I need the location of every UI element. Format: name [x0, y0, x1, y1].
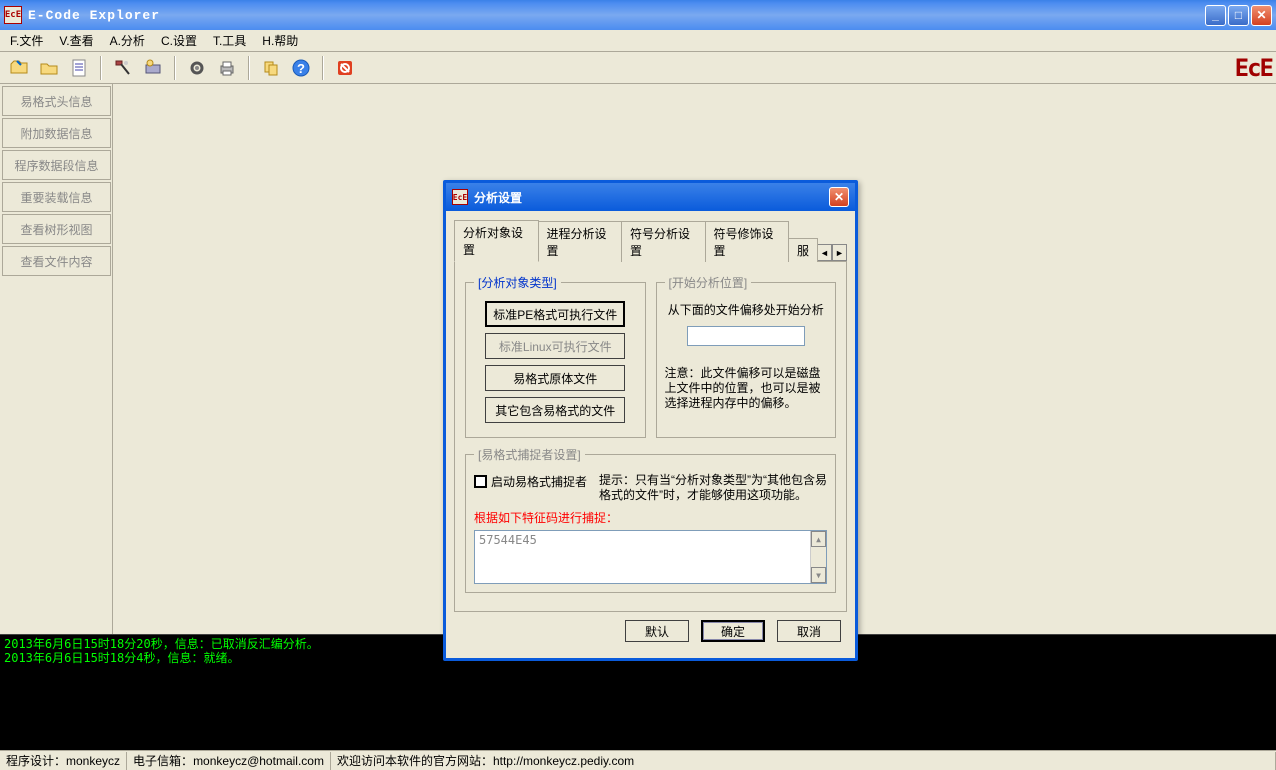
menu-help[interactable]: H.帮助: [256, 30, 304, 51]
close-button[interactable]: ✕: [1251, 5, 1272, 26]
tab-process-settings[interactable]: 进程分析设置: [538, 221, 623, 262]
catcher-hint: 提示：只有当“分析对象类型”为“其他包含易格式的文件”时，才能够使用这项功能。: [599, 473, 827, 503]
sidebar-item-file-content[interactable]: 查看文件内容: [2, 246, 111, 276]
menu-settings[interactable]: C.设置: [155, 30, 203, 51]
title-bar: EcE E-Code Explorer _ □ ✕: [0, 0, 1276, 30]
document-icon[interactable]: [66, 55, 92, 81]
status-designer: 程序设计：monkeycz: [0, 752, 127, 770]
offset-note: 注意：此文件偏移可以是磁盘上文件中的位置，也可以是被选择进程内存中的偏移。: [665, 366, 828, 411]
checkbox-icon: [474, 475, 487, 488]
offset-label: 从下面的文件偏移处开始分析: [665, 301, 828, 318]
scrollbar[interactable]: ▲ ▼: [810, 531, 826, 583]
sidebar-item-header-info[interactable]: 易格式头信息: [2, 86, 111, 116]
ok-button[interactable]: 确定: [701, 620, 765, 642]
tab-scroll-right-icon[interactable]: ►: [832, 244, 847, 261]
sidebar: 易格式头信息 附加数据信息 程序数据段信息 重要装载信息 查看树形视图 查看文件…: [0, 84, 113, 634]
group-start-position: [开始分析位置] 从下面的文件偏移处开始分析 注意：此文件偏移可以是磁盘上文件中…: [656, 274, 837, 438]
window-title: E-Code Explorer: [28, 8, 1205, 23]
cancel-button[interactable]: 取消: [777, 620, 841, 642]
dialog-title-bar[interactable]: EcE 分析设置 ✕: [446, 183, 855, 211]
menu-file[interactable]: F.文件: [4, 30, 49, 51]
toolbar: ? EcE: [0, 52, 1276, 84]
group-target-type: [分析对象类型] 标准PE格式可执行文件 标准Linux可执行文件 易格式原体文…: [465, 274, 646, 438]
sidebar-item-data-section[interactable]: 程序数据段信息: [2, 150, 111, 180]
copy-icon[interactable]: [258, 55, 284, 81]
maximize-button[interactable]: □: [1228, 5, 1249, 26]
tab-panel: [分析对象类型] 标准PE格式可执行文件 标准Linux可执行文件 易格式原体文…: [454, 262, 847, 612]
status-website: 欢迎访问本软件的官方网站：http://monkeycz.pediy.com: [331, 752, 1276, 770]
scroll-up-icon[interactable]: ▲: [811, 531, 826, 547]
tab-target-settings[interactable]: 分析对象设置: [454, 220, 539, 262]
dialog-title: 分析设置: [474, 189, 522, 206]
menu-view[interactable]: V.查看: [53, 30, 99, 51]
signature-input[interactable]: 57544E45 ▲ ▼: [474, 530, 827, 584]
hammer-icon[interactable]: [110, 55, 136, 81]
sidebar-item-label: 附加数据信息: [20, 125, 92, 142]
group-legend: [开始分析位置]: [665, 274, 752, 291]
scroll-down-icon[interactable]: ▼: [811, 567, 826, 583]
default-button[interactable]: 默认: [625, 620, 689, 642]
type-pe-button[interactable]: 标准PE格式可执行文件: [485, 301, 625, 327]
dialog-tabs: 分析对象设置 进程分析设置 符号分析设置 符号修饰设置 服 ◄ ►: [454, 219, 847, 262]
help-icon[interactable]: ?: [288, 55, 314, 81]
gear-icon[interactable]: [184, 55, 210, 81]
sidebar-item-load-info[interactable]: 重要装载信息: [2, 182, 111, 212]
offset-input[interactable]: [687, 326, 805, 346]
type-linux-button: 标准Linux可执行文件: [485, 333, 625, 359]
open-file-icon[interactable]: [6, 55, 32, 81]
group-catcher: [易格式捕捉者设置] 启动易格式捕捉者 提示：只有当“分析对象类型”为“其他包含…: [465, 446, 836, 593]
tab-more[interactable]: 服: [788, 238, 818, 262]
tab-symbol-settings[interactable]: 符号分析设置: [621, 221, 706, 262]
stop-icon[interactable]: [332, 55, 358, 81]
group-legend: [分析对象类型]: [474, 274, 561, 291]
dialog-app-icon: EcE: [452, 189, 468, 205]
svg-text:?: ?: [297, 61, 305, 76]
tab-scroll-left-icon[interactable]: ◄: [817, 244, 832, 261]
sidebar-item-label: 查看树形视图: [20, 221, 92, 238]
type-eorig-button[interactable]: 易格式原体文件: [485, 365, 625, 391]
sidebar-item-extra-data[interactable]: 附加数据信息: [2, 118, 111, 148]
tab-symbol-decor[interactable]: 符号修饰设置: [705, 221, 790, 262]
sidebar-item-label: 重要装载信息: [20, 189, 92, 206]
checkbox-label: 启动易格式捕捉者: [491, 473, 587, 490]
group-legend: [易格式捕捉者设置]: [474, 446, 585, 463]
app-logo: EcE: [1235, 54, 1272, 82]
menu-bar: F.文件 V.查看 A.分析 C.设置 T.工具 H.帮助: [0, 30, 1276, 52]
enable-catcher-checkbox[interactable]: 启动易格式捕捉者: [474, 473, 587, 490]
minimize-button[interactable]: _: [1205, 5, 1226, 26]
status-bar: 程序设计：monkeycz 电子信箱：monkeycz@hotmail.com …: [0, 750, 1276, 770]
menu-tools[interactable]: T.工具: [207, 30, 252, 51]
open-folder-icon[interactable]: [36, 55, 62, 81]
app-icon: EcE: [4, 6, 22, 24]
analysis-settings-dialog: EcE 分析设置 ✕ 分析对象设置 进程分析设置 符号分析设置 符号修饰设置 服…: [443, 180, 858, 661]
sidebar-item-label: 查看文件内容: [20, 253, 92, 270]
sidebar-item-label: 易格式头信息: [20, 93, 92, 110]
module-icon[interactable]: [140, 55, 166, 81]
dialog-close-button[interactable]: ✕: [829, 187, 849, 207]
signature-label: 根据如下特征码进行捕捉：: [474, 509, 827, 526]
signature-value: 57544E45: [479, 533, 537, 547]
print-icon[interactable]: [214, 55, 240, 81]
type-other-button[interactable]: 其它包含易格式的文件: [485, 397, 625, 423]
menu-analyze[interactable]: A.分析: [104, 30, 151, 51]
sidebar-item-label: 程序数据段信息: [14, 157, 98, 174]
status-email: 电子信箱：monkeycz@hotmail.com: [127, 752, 331, 770]
sidebar-item-tree-view[interactable]: 查看树形视图: [2, 214, 111, 244]
